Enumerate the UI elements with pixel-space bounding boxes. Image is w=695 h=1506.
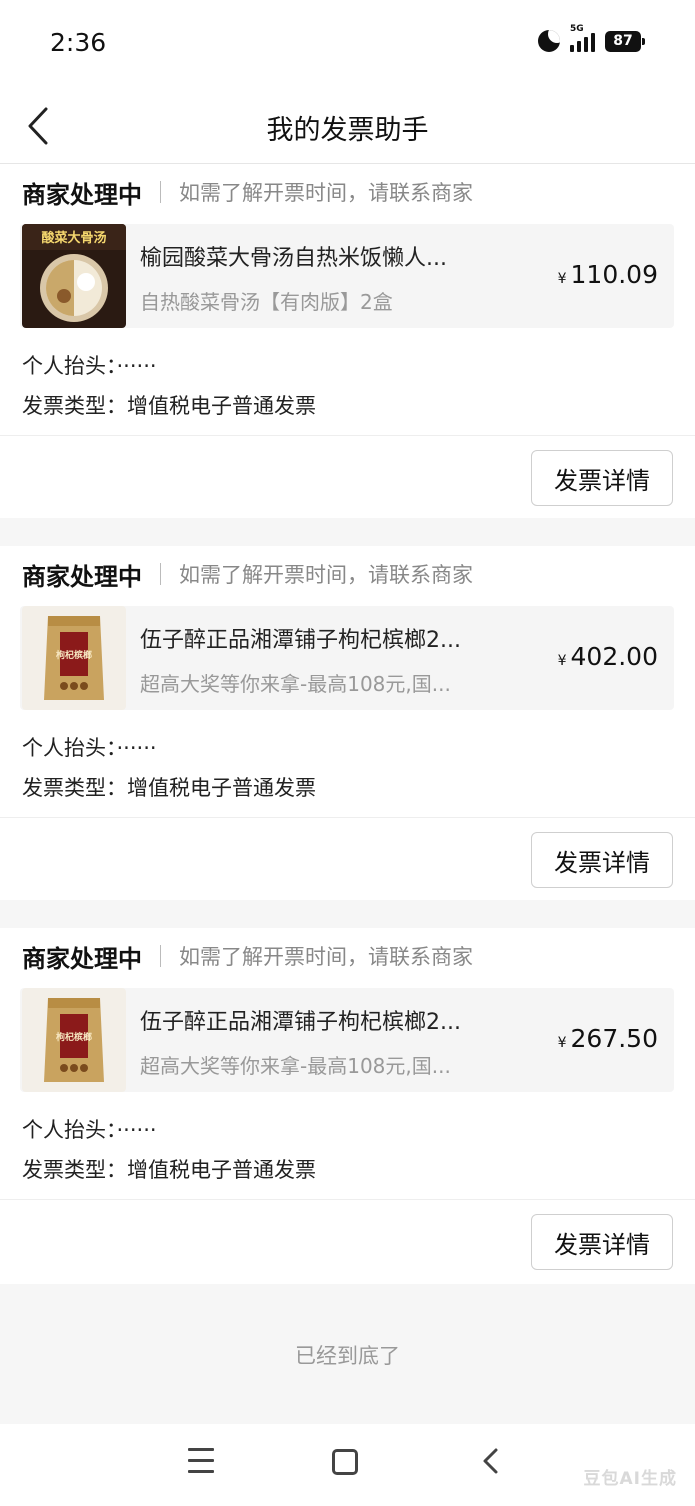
product-name: 伍子醉正品湘潭铺子枸杞槟榔2... bbox=[140, 628, 461, 653]
currency-symbol: ¥ bbox=[557, 271, 567, 287]
invoice-title-row: 个人抬头：······ bbox=[22, 350, 157, 380]
card-divider bbox=[0, 817, 695, 818]
invoice-type-value: 增值税电子普通发票 bbox=[127, 394, 316, 418]
divider bbox=[160, 945, 161, 967]
battery-level: 87 bbox=[613, 33, 633, 49]
invoice-type-row: 发票类型：增值税电子普通发票 bbox=[22, 772, 316, 802]
invoice-type-label: 发票类型： bbox=[22, 1158, 127, 1182]
card-header: 商家处理中 如需了解开票时间，请联系商家 bbox=[22, 556, 473, 592]
currency-symbol: ¥ bbox=[557, 1035, 567, 1051]
product-item[interactable]: 枸杞槟榔 伍子醉正品湘潭铺子枸杞槟榔2... 超高大奖等你来拿-最高108元,国… bbox=[20, 988, 674, 1092]
card-divider bbox=[0, 1199, 695, 1200]
invoice-detail-button[interactable]: 发票详情 bbox=[531, 1214, 673, 1270]
invoice-type-value: 增值税电子普通发票 bbox=[127, 776, 316, 800]
invoice-title-row: 个人抬头：······ bbox=[22, 1114, 157, 1144]
product-price: ¥267.50 bbox=[558, 1024, 658, 1053]
invoice-detail-button[interactable]: 发票详情 bbox=[531, 832, 673, 888]
page-title: 我的发票助手 bbox=[266, 115, 429, 146]
thumbnail-label: 枸杞槟榔 bbox=[56, 649, 92, 661]
header: 我的发票助手 bbox=[0, 88, 695, 164]
invoice-card: 商家处理中 如需了解开票时间，请联系商家 枸杞槟榔 伍子醉正品湘潭铺子枸杞槟榔2… bbox=[0, 546, 695, 900]
price-value: 402.00 bbox=[570, 642, 658, 671]
product-spec: 超高大奖等你来拿-最高108元,国... bbox=[140, 672, 451, 696]
invoice-type-label: 发票类型： bbox=[22, 394, 127, 418]
product-thumbnail: 枸杞槟榔 bbox=[22, 988, 126, 1092]
product-thumbnail: 酸菜大骨汤 bbox=[22, 224, 126, 328]
status-label: 商家处理中 bbox=[22, 180, 142, 209]
card-divider bbox=[0, 435, 695, 436]
do-not-disturb-icon bbox=[538, 30, 560, 52]
status-bar: 2:36 5G 87 bbox=[0, 0, 695, 88]
divider bbox=[160, 181, 161, 203]
card-header: 商家处理中 如需了解开票时间，请联系商家 bbox=[22, 174, 473, 210]
menu-icon[interactable] bbox=[188, 1448, 214, 1474]
invoice-type-value: 增值税电子普通发票 bbox=[127, 1158, 316, 1182]
invoice-title-label: 个人抬头： bbox=[22, 354, 117, 378]
price-value: 110.09 bbox=[570, 260, 658, 289]
invoice-title-label: 个人抬头： bbox=[22, 1118, 117, 1142]
invoice-title-label: 个人抬头： bbox=[22, 736, 117, 760]
home-icon[interactable] bbox=[332, 1449, 358, 1475]
status-icons: 5G 87 bbox=[538, 24, 645, 52]
price-value: 267.50 bbox=[570, 1024, 658, 1053]
end-of-list-text: 已经到底了 bbox=[295, 1344, 400, 1368]
back-icon[interactable] bbox=[476, 1446, 506, 1476]
invoice-type-label: 发票类型： bbox=[22, 776, 127, 800]
product-thumbnail: 枸杞槟榔 bbox=[22, 606, 126, 710]
invoice-card: 商家处理中 如需了解开票时间，请联系商家 酸菜大骨汤 榆园酸菜大骨汤自热米饭懒人… bbox=[0, 164, 695, 518]
product-name: 伍子醉正品湘潭铺子枸杞槟榔2... bbox=[140, 1010, 461, 1035]
signal-icon: 5G bbox=[570, 24, 595, 52]
currency-symbol: ¥ bbox=[557, 653, 567, 669]
status-time: 2:36 bbox=[50, 28, 107, 57]
product-spec: 自热酸菜骨汤【有肉版】2盒 bbox=[140, 290, 393, 314]
divider bbox=[160, 563, 161, 585]
product-item[interactable]: 枸杞槟榔 伍子醉正品湘潭铺子枸杞槟榔2... 超高大奖等你来拿-最高108元,国… bbox=[20, 606, 674, 710]
status-label: 商家处理中 bbox=[22, 562, 142, 591]
invoice-title-value: ······ bbox=[116, 354, 157, 378]
product-price: ¥402.00 bbox=[558, 642, 658, 671]
thumbnail-label: 酸菜大骨汤 bbox=[41, 230, 106, 246]
product-spec: 超高大奖等你来拿-最高108元,国... bbox=[140, 1054, 451, 1078]
invoice-detail-button[interactable]: 发票详情 bbox=[531, 450, 673, 506]
status-note: 如需了解开票时间，请联系商家 bbox=[179, 181, 473, 205]
status-note: 如需了解开票时间，请联系商家 bbox=[179, 945, 473, 969]
product-name: 榆园酸菜大骨汤自热米饭懒人... bbox=[140, 246, 447, 271]
network-type: 5G bbox=[570, 24, 584, 34]
invoice-title-value: ······ bbox=[116, 1118, 157, 1142]
invoice-type-row: 发票类型：增值税电子普通发票 bbox=[22, 390, 316, 420]
status-note: 如需了解开票时间，请联系商家 bbox=[179, 563, 473, 587]
invoice-title-row: 个人抬头：······ bbox=[22, 732, 157, 762]
system-nav-bar: 豆包AI生成 bbox=[0, 1424, 695, 1506]
invoice-card: 商家处理中 如需了解开票时间，请联系商家 枸杞槟榔 伍子醉正品湘潭铺子枸杞槟榔2… bbox=[0, 928, 695, 1284]
product-item[interactable]: 酸菜大骨汤 榆园酸菜大骨汤自热米饭懒人... 自热酸菜骨汤【有肉版】2盒 ¥11… bbox=[20, 224, 674, 328]
card-header: 商家处理中 如需了解开票时间，请联系商家 bbox=[22, 938, 473, 974]
thumbnail-label: 枸杞槟榔 bbox=[56, 1031, 92, 1043]
invoice-type-row: 发票类型：增值税电子普通发票 bbox=[22, 1154, 316, 1184]
invoice-title-value: ······ bbox=[116, 736, 157, 760]
product-price: ¥110.09 bbox=[558, 260, 658, 289]
watermark: 豆包AI生成 bbox=[583, 1469, 677, 1489]
status-label: 商家处理中 bbox=[22, 944, 142, 973]
battery-icon: 87 bbox=[605, 30, 645, 52]
